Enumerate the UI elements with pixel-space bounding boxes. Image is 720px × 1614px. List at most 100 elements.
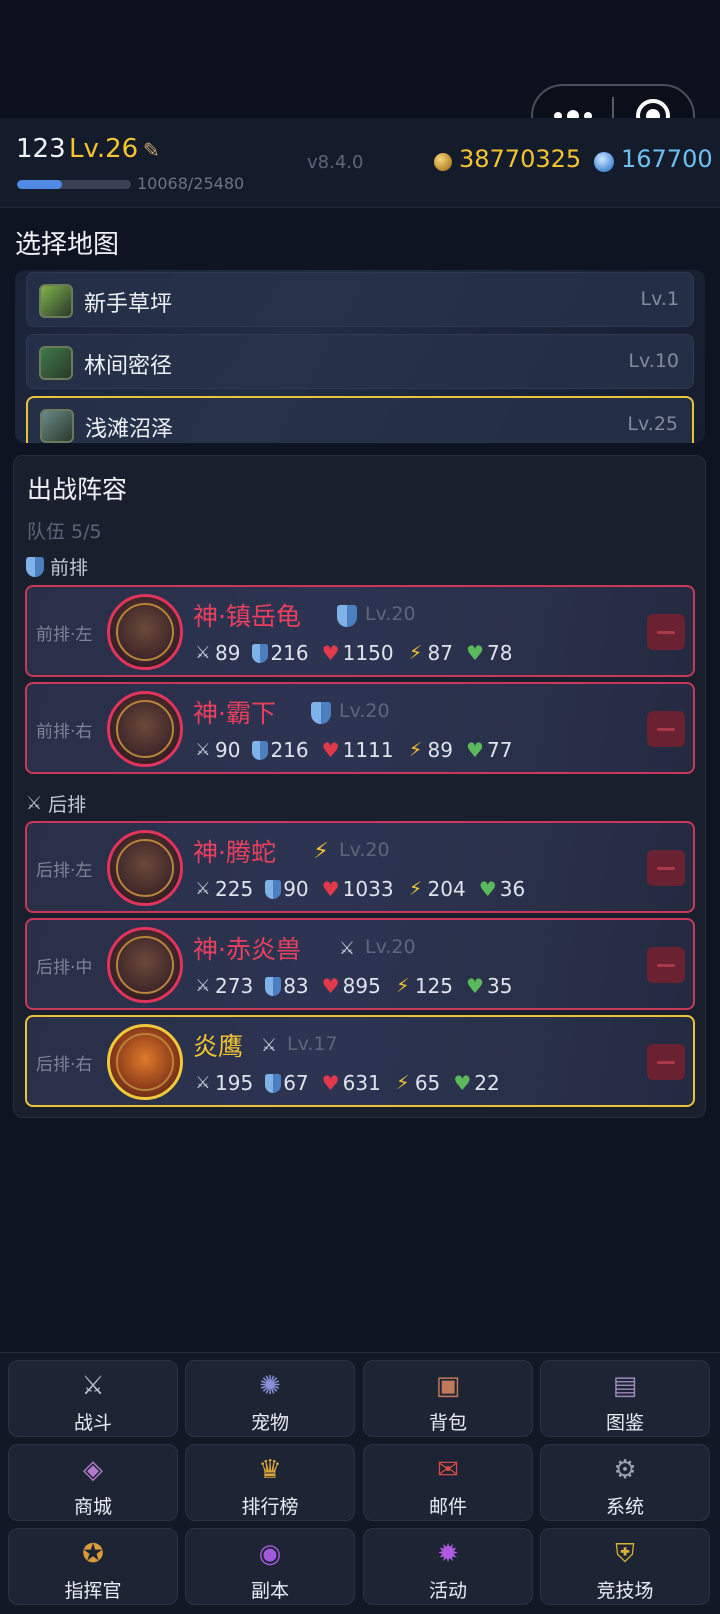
player-name: 123 <box>16 134 66 164</box>
map-item[interactable]: 新手草坪 Lv.1 <box>26 272 694 327</box>
attack-sword-icon: ⚔ <box>195 642 211 663</box>
pet-card[interactable]: 后排·中 神·赤炎兽 ⚔ Lv.20 ⚔ 273 83 ♥ 895 ⚡ 125 ♥ 35 <box>25 918 695 1010</box>
map-section-title: 选择地图 <box>15 230 120 260</box>
version-text: v8.4.0 <box>307 152 364 173</box>
remove-pet-button[interactable] <box>647 947 685 983</box>
pet-level: Lv.20 <box>365 603 416 625</box>
stat-heal: 36 <box>499 877 526 901</box>
pet-slot: 后排·左 <box>36 861 93 881</box>
stat-heal: 78 <box>487 641 513 665</box>
shop-chest-icon: ◈ <box>83 1455 103 1485</box>
status-area <box>0 0 720 148</box>
map-thumbnail <box>39 346 73 380</box>
edit-pencil-icon[interactable]: ✎ <box>143 138 160 162</box>
remove-pet-button[interactable] <box>647 850 685 886</box>
nav-arena-button[interactable]: ⛨ 竞技场 <box>540 1528 710 1605</box>
remove-pet-button[interactable] <box>647 614 685 650</box>
defense-shield-icon <box>265 1073 282 1093</box>
defense-shield-icon <box>252 740 269 760</box>
nav-shop-button[interactable]: ◈ 商城 <box>8 1444 178 1521</box>
nav-codex-button[interactable]: ▤ 图鉴 <box>540 1360 710 1437</box>
stat-hp: 1150 <box>342 641 394 665</box>
nav-commander-button[interactable]: ✪ 指挥官 <box>8 1528 178 1605</box>
sword-icon: ⚔ <box>260 1035 278 1056</box>
bottom-nav: ⚔ 战斗 ✺ 宠物 ▣ 背包 ▤ 图鉴 ◈ 商城 ♛ 排行榜 ✉ 邮件 ⚙ 系统… <box>0 1352 720 1614</box>
nav-backpack-button[interactable]: ▣ 背包 <box>363 1360 533 1437</box>
nav-label: 竞技场 <box>596 1580 654 1602</box>
nav-label: 系统 <box>605 1496 644 1518</box>
pet-avatar <box>107 594 183 670</box>
attack-sword-icon: ⚔ <box>195 878 211 899</box>
pet-card[interactable]: 前排·左 神·镇岳龟 Lv.20 ⚔ 89 216 ♥ 1150 ⚡ 87 ♥ 78 <box>25 585 695 677</box>
portal-icon: ◉ <box>258 1539 282 1569</box>
commander-icon: ✪ <box>82 1539 104 1569</box>
team-count: 队伍 5/5 <box>27 521 102 543</box>
battle-lineup-panel: 出战阵容 队伍 5/5 前排 前排·左 神·镇岳龟 Lv.20 ⚔ 89 216 … <box>13 455 706 1118</box>
front-row-label: 前排 <box>50 557 89 579</box>
lineup-title: 出战阵容 <box>27 475 128 504</box>
defense-shield-icon <box>265 976 282 996</box>
nav-label: 副本 <box>250 1580 289 1602</box>
attack-sword-icon: ⚔ <box>195 975 211 996</box>
speed-bolt-icon: ⚡ <box>396 974 410 997</box>
back-row-header: ⚔ 后排 <box>26 790 86 817</box>
nav-event-button[interactable]: ✹ 活动 <box>363 1528 533 1605</box>
xp-bar <box>17 180 131 189</box>
hp-heart-icon: ♥ <box>321 738 340 762</box>
map-level: Lv.25 <box>627 413 678 435</box>
hp-heart-icon: ♥ <box>321 974 340 998</box>
nav-battle-button[interactable]: ⚔ 战斗 <box>8 1360 178 1437</box>
mail-icon: ✉ <box>437 1455 459 1485</box>
pet-slot: 前排·右 <box>36 722 93 742</box>
gold-coin-icon <box>434 153 452 171</box>
player-level: Lv.26 <box>69 134 139 164</box>
stat-speed: 204 <box>427 877 466 901</box>
stat-defense: 67 <box>283 1071 309 1095</box>
stat-attack: 89 <box>215 641 241 665</box>
pet-stats: ⚔ 273 83 ♥ 895 ⚡ 125 ♥ 35 <box>193 974 512 998</box>
pet-orb-icon: ✺ <box>259 1371 281 1401</box>
pet-card[interactable]: 后排·左 神·腾蛇 ⚡ Lv.20 ⚔ 225 90 ♥ 1033 ⚡ 204 ♥ 36 <box>25 821 695 913</box>
defense-shield-icon <box>265 879 282 899</box>
stat-hp: 895 <box>342 974 381 998</box>
pet-card[interactable]: 后排·右 炎鹰 ⚔ Lv.17 ⚔ 195 67 ♥ 631 ⚡ 65 ♥ 22 <box>25 1015 695 1107</box>
speed-bolt-icon: ⚡ <box>396 1071 410 1094</box>
book-icon: ▤ <box>612 1371 638 1401</box>
pet-stats: ⚔ 90 216 ♥ 1111 ⚡ 89 ♥ 77 <box>193 738 512 762</box>
nav-label: 背包 <box>428 1412 467 1434</box>
nav-label: 邮件 <box>428 1496 467 1518</box>
map-item-selected[interactable]: 浅滩沼泽 Lv.25 <box>26 396 694 443</box>
event-icon: ✹ <box>437 1539 459 1569</box>
map-item[interactable]: 林间密径 Lv.10 <box>26 334 694 389</box>
pet-stats: ⚔ 195 67 ♥ 631 ⚡ 65 ♥ 22 <box>193 1071 500 1095</box>
nav-label: 排行榜 <box>241 1496 299 1518</box>
map-level: Lv.1 <box>640 288 679 310</box>
nav-mail-button[interactable]: ✉ 邮件 <box>363 1444 533 1521</box>
map-list[interactable]: 新手草坪 Lv.1 林间密径 Lv.10 浅滩沼泽 Lv.25 <box>15 270 705 443</box>
stat-hp: 1033 <box>342 877 394 901</box>
xp-text: 10068/25480 <box>137 174 245 193</box>
remove-pet-button[interactable] <box>647 711 685 747</box>
arena-shield-icon: ⛨ <box>615 1538 635 1569</box>
stat-speed: 87 <box>427 641 453 665</box>
stat-speed: 65 <box>414 1071 441 1095</box>
pet-card[interactable]: 前排·右 神·霸下 Lv.20 ⚔ 90 216 ♥ 1111 ⚡ 89 ♥ 77 <box>25 682 695 774</box>
pet-name: 炎鹰 <box>193 1032 244 1061</box>
stat-heal: 22 <box>474 1071 500 1095</box>
nav-dungeon-button[interactable]: ◉ 副本 <box>185 1528 355 1605</box>
pet-stats: ⚔ 89 216 ♥ 1150 ⚡ 87 ♥ 78 <box>193 641 512 665</box>
stat-defense: 83 <box>283 974 309 998</box>
defense-shield-icon <box>252 643 269 663</box>
remove-pet-button[interactable] <box>647 1044 685 1080</box>
speed-bolt-icon: ⚡ <box>408 641 423 664</box>
stat-hp: 1111 <box>342 738 394 762</box>
attack-sword-icon: ⚔ <box>195 739 211 760</box>
heal-heart-icon: ♥ <box>478 877 497 901</box>
diamond-icon <box>594 152 614 172</box>
attack-sword-icon: ⚔ <box>195 1072 211 1093</box>
nav-system-button[interactable]: ⚙ 系统 <box>540 1444 710 1521</box>
nav-pets-button[interactable]: ✺ 宠物 <box>185 1360 355 1437</box>
nav-ranking-button[interactable]: ♛ 排行榜 <box>185 1444 355 1521</box>
backpack-icon: ▣ <box>435 1371 461 1401</box>
stat-defense: 216 <box>270 738 309 762</box>
